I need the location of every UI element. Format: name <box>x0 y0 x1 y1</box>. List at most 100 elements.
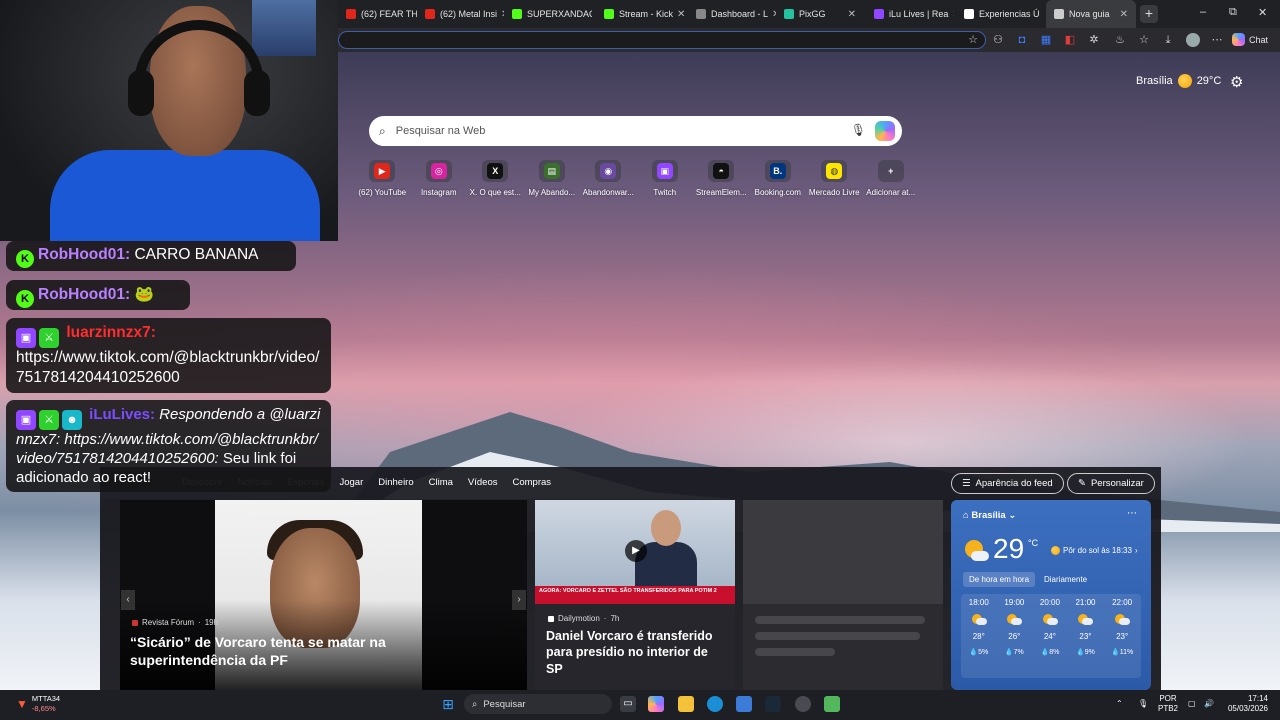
file-explorer-icon[interactable] <box>678 696 694 712</box>
shortcut-tile[interactable]: B. Booking.com <box>750 160 807 197</box>
extensions-icon[interactable]: ✲ <box>1087 33 1101 47</box>
tab-close-icon[interactable]: ✕ <box>768 9 776 20</box>
tab-close-icon[interactable]: ✕ <box>844 9 856 20</box>
new-tab-button[interactable]: + <box>1140 5 1158 23</box>
partly-cloudy-icon <box>1115 614 1131 625</box>
language-indicator[interactable]: POR PTB2 <box>1158 694 1178 714</box>
browser-tab[interactable]: Stream - Kick ✕ <box>596 0 684 28</box>
steam-icon[interactable] <box>765 696 781 712</box>
app-icon[interactable] <box>824 696 840 712</box>
browser-tab[interactable]: Experiencias Ú✕ <box>956 0 1044 28</box>
shortcut-tile[interactable]: ▶ (62) YouTube <box>354 160 411 197</box>
chat-label: Chat <box>1249 34 1269 45</box>
hourly-column[interactable]: 22:00 23° 💧11% <box>1111 598 1133 678</box>
weather-city[interactable]: ⌂ Brasília ⌄ <box>963 510 1016 521</box>
settings-gear-icon[interactable]: ⚙ <box>1230 73 1243 91</box>
hourly-column[interactable]: 20:00 24° 💧8% <box>1040 598 1060 678</box>
tab-close-icon[interactable]: ✕ <box>497 9 504 20</box>
network-icon[interactable]: ▢ <box>1188 699 1196 709</box>
browser-tab[interactable]: Dashboard - L✕ <box>688 0 776 28</box>
restore-icon[interactable]: ⧉ <box>1229 6 1237 19</box>
minimize-icon[interactable]: – <box>1200 6 1206 18</box>
shortcut-tile[interactable]: ◉ Abandonwar... <box>580 160 637 197</box>
weather-more-icon[interactable]: ⋯ <box>1127 508 1137 519</box>
weather-temp: 29 <box>993 533 1025 564</box>
shortcut-tile[interactable]: X X. O que est... <box>467 160 524 197</box>
close-window-icon[interactable]: ✕ <box>1258 6 1267 19</box>
more-menu-icon[interactable]: ⋯ <box>1210 33 1224 47</box>
personalize-button[interactable]: ✎ Personalizar <box>1067 473 1155 494</box>
shortcut-tile[interactable]: ◓ StreamElem... <box>693 160 750 197</box>
weather-widget[interactable]: ⌂ Brasília ⌄ ⋯ 29 °C Pôr do sol às 18:33… <box>951 500 1151 690</box>
feed-tab[interactable]: Dinheiro <box>378 477 413 488</box>
translate-icon[interactable]: ▦ <box>1039 33 1053 47</box>
profile-avatar[interactable] <box>1186 33 1200 47</box>
sunset-info: Pôr do sol às 18:33 › <box>1051 546 1138 555</box>
browser-tab[interactable]: Nova guia ✕ <box>1046 0 1136 28</box>
tab-hourly[interactable]: De hora em hora <box>963 572 1036 587</box>
tab-daily[interactable]: Diariamente <box>1038 572 1093 587</box>
web-search-box[interactable]: ⌕ Pesquisar na Web 🎙 <box>369 116 902 146</box>
tray-chevron-icon[interactable]: ⌃ <box>1116 699 1123 709</box>
feed-tab[interactable]: Clima <box>429 477 453 488</box>
browser-tab[interactable]: (62) FEAR THE✕ <box>338 0 417 28</box>
hour-rain: 💧8% <box>1040 649 1060 656</box>
bitwarden-icon[interactable]: ◘ <box>1015 33 1029 47</box>
extension-icon[interactable]: ⚇ <box>991 33 1005 47</box>
tab-close-icon[interactable]: ✕ <box>1116 9 1128 20</box>
tab-close-icon[interactable]: ✕ <box>1040 9 1045 20</box>
carousel-next-icon[interactable]: › <box>512 590 526 610</box>
favorites-icon[interactable]: ☆ <box>1137 33 1151 47</box>
browser-tab[interactable]: (62) Metal Insi✕ <box>417 0 504 28</box>
carousel-prev-icon[interactable]: ‹ <box>121 590 135 610</box>
video-headline[interactable]: Daniel Vorcaro é transferido para presíd… <box>546 628 726 677</box>
hour-time: 18:00 <box>968 598 989 607</box>
shortcuts-grid: ▶ (62) YouTube ◎ Instagram X X. O que est... ▤… <box>354 160 919 197</box>
browser-tab[interactable]: iLu Lives | Rea✕ <box>866 0 954 28</box>
shortcut-tile[interactable]: ◍ Mercado Livre <box>806 160 863 197</box>
photos-icon[interactable] <box>736 696 752 712</box>
tab-close-icon[interactable]: ✕ <box>673 9 684 20</box>
add-shortcut-icon: + <box>888 166 894 176</box>
feed-tab[interactable]: Compras <box>513 477 552 488</box>
feed-tab[interactable]: Vídeos <box>468 477 498 488</box>
pdf-extension-icon[interactable]: ◧ <box>1063 33 1077 47</box>
downloads-icon[interactable]: ⤓ <box>1161 33 1175 47</box>
copilot-chat-button[interactable]: Chat <box>1232 33 1268 46</box>
obs-icon[interactable] <box>795 696 811 712</box>
windows-start-icon[interactable]: ⊞ <box>440 696 456 712</box>
microphone-tray-icon[interactable]: 🎙 <box>1138 699 1148 709</box>
edge-icon[interactable] <box>707 696 723 712</box>
address-bar[interactable] <box>338 31 986 49</box>
news-headline[interactable]: “Sicário” de Vorcaro tenta se matar na s… <box>130 633 420 669</box>
shortcut-tile[interactable]: ◎ Instagram <box>411 160 468 197</box>
tab-favicon-icon <box>784 9 794 19</box>
header-weather[interactable]: Brasília 29°C <box>1136 74 1221 88</box>
hourly-column[interactable]: 21:00 23° 💧9% <box>1075 598 1095 678</box>
tab-close-icon[interactable]: ✕ <box>948 9 954 20</box>
shortcut-tile[interactable]: ▤ My Abando... <box>524 160 581 197</box>
hourly-column[interactable]: 18:00 28° 💧5% <box>969 598 989 678</box>
raindrop-icon: 💧 <box>1111 649 1120 656</box>
browser-tab[interactable]: SUPERXANDAO✕ <box>504 0 592 28</box>
feed-tab[interactable]: Jogar <box>339 477 363 488</box>
play-icon[interactable]: ▶ <box>625 540 647 562</box>
copilot-search-icon[interactable] <box>875 121 895 141</box>
favorite-star-icon[interactable]: ☆ <box>966 33 980 47</box>
chat-username: luarzinnzx7: <box>66 324 156 341</box>
volume-icon[interactable]: 🔊 <box>1204 699 1214 709</box>
browser-tab[interactable]: PixGG ✕ <box>776 0 864 28</box>
task-view-icon[interactable]: ▭ <box>620 696 636 712</box>
feed-appearance-button[interactable]: ☰ Aparência do feed <box>951 473 1064 494</box>
taskbar-search[interactable]: ⌕ Pesquisar <box>464 694 612 714</box>
performance-icon[interactable]: ♨ <box>1113 33 1127 47</box>
copilot-app-icon[interactable] <box>648 696 664 712</box>
microphone-icon[interactable]: 🎙 <box>851 123 866 137</box>
partly-cloudy-icon <box>1042 614 1058 625</box>
clock[interactable]: 17:14 05/03/2026 <box>1226 694 1268 714</box>
shortcut-tile[interactable]: ▣ Twitch <box>637 160 694 197</box>
hourly-column[interactable]: 19:00 26° 💧7% <box>1004 598 1024 678</box>
shortcut-tile[interactable]: + Adicionar at... <box>863 160 920 197</box>
stock-widget[interactable]: ▼ MTTA34 -8,65% <box>16 694 60 714</box>
chat-username: RobHood01: <box>38 246 131 263</box>
